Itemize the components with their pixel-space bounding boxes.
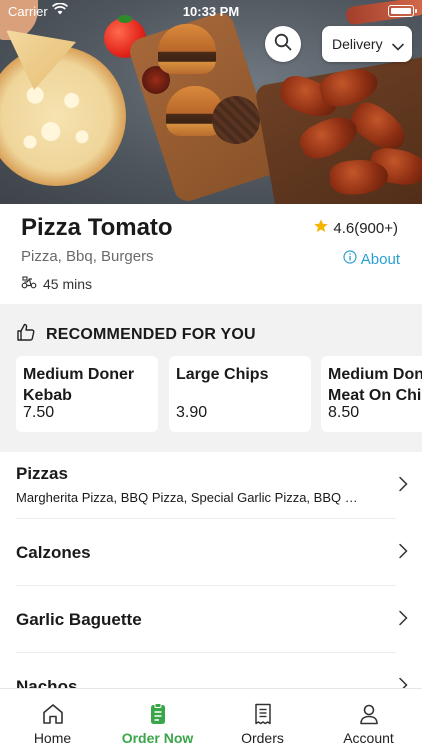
burger-image [158, 24, 216, 74]
category-row-calzones[interactable]: Calzones [0, 519, 422, 586]
cuisine-list: Pizza, Bbq, Burgers [21, 248, 154, 265]
recommended-section: RECOMMENDED FOR YOU Medium Doner Kebab 7… [0, 304, 422, 452]
recommended-card[interactable]: Medium Doner Meat On Chips 8.50 [321, 356, 422, 432]
chevron-right-icon [398, 677, 408, 688]
tab-label: Orders [241, 730, 284, 746]
rating: 4.6(900+) [313, 218, 398, 238]
recommended-item-name: Large Chips [176, 366, 269, 383]
recommended-title: RECOMMENDED FOR YOU [46, 325, 256, 343]
chevron-right-icon [398, 476, 408, 497]
category-items-preview: Margherita Pizza, BBQ Pizza, Special Gar… [16, 490, 364, 505]
recommended-item-price: 3.90 [176, 404, 208, 421]
search-button[interactable] [265, 26, 301, 62]
pizza-image [0, 46, 126, 186]
about-label: About [360, 250, 400, 268]
category-title: Nachos [16, 677, 78, 688]
category-title: Calzones [16, 543, 91, 562]
info-icon [343, 250, 357, 268]
chevron-down-icon [392, 38, 404, 54]
status-bar: Carrier 10:33 PM [0, 0, 422, 22]
order-icon [146, 702, 170, 728]
category-title: Garlic Baguette [16, 610, 142, 629]
tab-account[interactable]: Account [316, 689, 421, 750]
category-title: Pizzas [16, 464, 68, 483]
thumbs-up-icon [16, 322, 36, 347]
tab-label: Home [33, 730, 72, 746]
clock: 10:33 PM [182, 4, 240, 19]
receipt-icon [251, 702, 275, 728]
star-icon [313, 218, 329, 238]
scooter-icon [21, 275, 37, 292]
category-row-garlic-baguette[interactable]: Garlic Baguette [0, 586, 422, 653]
recommended-item-name: Medium Doner Meat On Chips [328, 366, 422, 404]
tab-order-now[interactable]: Order Now [105, 689, 210, 750]
rating-value: 4.6(900+) [333, 219, 398, 237]
about-link[interactable]: About [343, 250, 400, 268]
recommended-card[interactable]: Large Chips 3.90 [169, 356, 311, 432]
menu-category-list: Pizzas Margherita Pizza, BBQ Pizza, Spec… [0, 452, 422, 688]
delivery-mode-label: Delivery [332, 36, 383, 52]
chevron-right-icon [398, 543, 408, 564]
tab-orders[interactable]: Orders [210, 689, 315, 750]
recommended-carousel[interactable]: Medium Doner Kebab 7.50 Large Chips 3.90… [16, 356, 422, 434]
battery-icon [388, 5, 417, 17]
category-row-pizzas[interactable]: Pizzas Margherita Pizza, BBQ Pizza, Spec… [0, 452, 422, 519]
home-icon [41, 702, 65, 728]
delivery-mode-dropdown[interactable]: Delivery [322, 26, 412, 62]
recommended-item-name: Medium Doner Kebab [23, 366, 135, 404]
tab-home[interactable]: Home [0, 689, 105, 750]
tab-bar: Home Order Now Orders Account [0, 688, 422, 750]
recommended-item-price: 8.50 [328, 404, 360, 421]
restaurant-name: Pizza Tomato [21, 214, 173, 241]
restaurant-info: Pizza Tomato 4.6(900+) Pizza, Bbq, Burge… [0, 204, 422, 304]
chevron-right-icon [398, 610, 408, 631]
recommended-header: RECOMMENDED FOR YOU [16, 322, 256, 347]
category-row-nachos[interactable]: Nachos [0, 653, 422, 688]
delivery-time: 45 mins [21, 275, 92, 292]
tab-label: Order Now [121, 730, 194, 746]
patty-image [212, 96, 260, 144]
tab-label: Account [343, 730, 394, 746]
search-icon [274, 33, 292, 56]
delivery-time-value: 45 mins [43, 275, 93, 292]
account-icon [357, 702, 381, 728]
recommended-item-price: 7.50 [23, 404, 55, 421]
recommended-card[interactable]: Medium Doner Kebab 7.50 [16, 356, 158, 432]
